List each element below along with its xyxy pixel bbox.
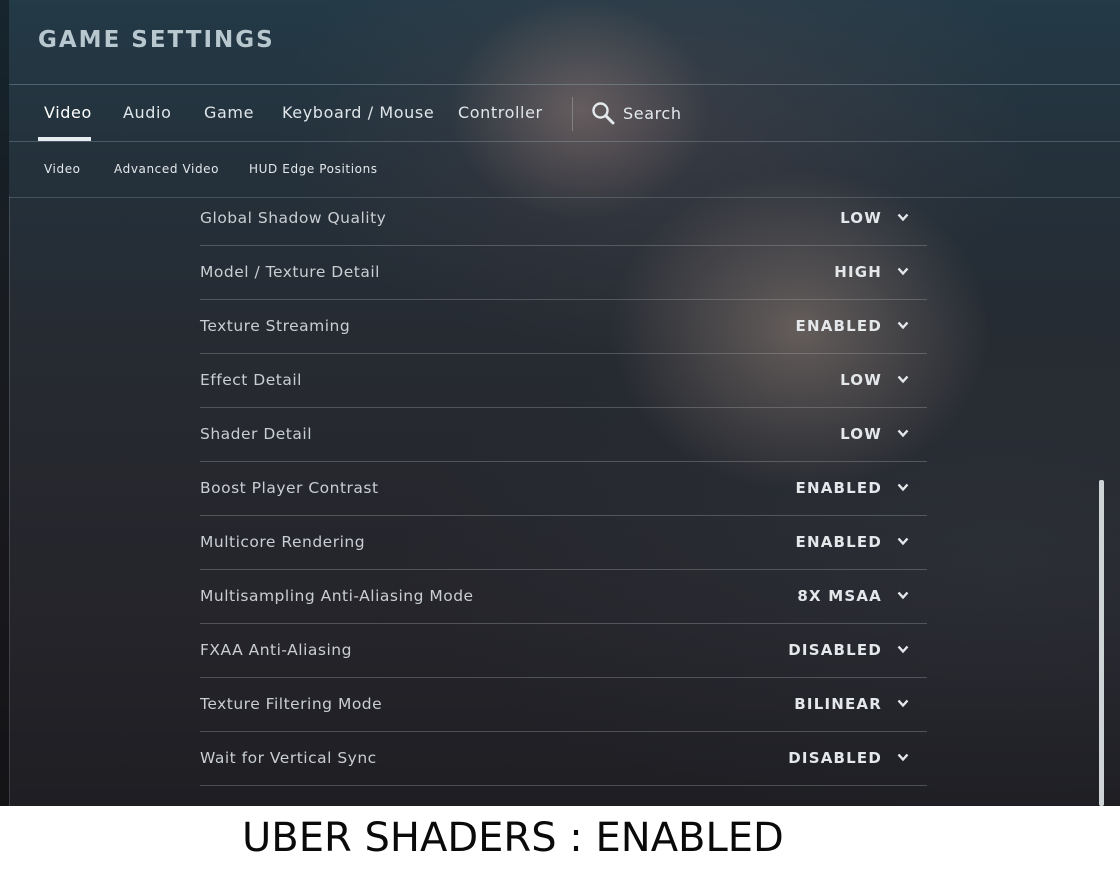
chevron-down-icon	[897, 537, 909, 546]
setting-row-fxaa[interactable]: FXAA Anti-Aliasing DISABLED	[200, 624, 927, 678]
setting-row-vertical-sync[interactable]: Wait for Vertical Sync DISABLED	[200, 732, 927, 786]
chevron-down-icon	[897, 483, 909, 492]
subtab-hud-edge-positions[interactable]: HUD Edge Positions	[249, 162, 378, 176]
tab-game[interactable]: Game	[204, 103, 254, 122]
setting-label: Multisampling Anti-Aliasing Mode	[200, 587, 474, 605]
setting-label: Boost Player Contrast	[200, 479, 379, 497]
page-title: GAME SETTINGS	[38, 27, 275, 53]
active-tab-indicator	[38, 137, 91, 141]
settings-header: GAME SETTINGS	[9, 0, 1120, 85]
setting-value: HIGH	[834, 263, 882, 281]
setting-value: DISABLED	[788, 641, 882, 659]
setting-value: BILINEAR	[794, 695, 882, 713]
search-button[interactable]: Search	[591, 101, 682, 125]
setting-row-effect-detail[interactable]: Effect Detail LOW	[200, 354, 927, 408]
subtab-advanced-video[interactable]: Advanced Video	[114, 162, 219, 176]
tab-separator	[572, 97, 573, 131]
chevron-down-icon	[897, 429, 909, 438]
setting-value: LOW	[840, 209, 882, 227]
setting-row-msaa-mode[interactable]: Multisampling Anti-Aliasing Mode 8X MSAA	[200, 570, 927, 624]
chevron-down-icon	[897, 321, 909, 330]
setting-row-global-shadow-quality[interactable]: Global Shadow Quality LOW	[200, 192, 927, 246]
chevron-down-icon	[897, 753, 909, 762]
setting-row-boost-player-contrast[interactable]: Boost Player Contrast ENABLED	[200, 462, 927, 516]
chevron-down-icon	[897, 375, 909, 384]
tab-keyboard-mouse[interactable]: Keyboard / Mouse	[282, 103, 434, 122]
chevron-down-icon	[897, 267, 909, 276]
caption-text: UBER SHADERS : ENABLED	[242, 815, 784, 861]
setting-row-texture-streaming[interactable]: Texture Streaming ENABLED	[200, 300, 927, 354]
setting-row-texture-filtering-mode[interactable]: Texture Filtering Mode BILINEAR	[200, 678, 927, 732]
settings-panel: GAME SETTINGS Video Audio Game Keyboard …	[0, 0, 1120, 806]
setting-label: Multicore Rendering	[200, 533, 366, 551]
left-edge-divider	[9, 196, 10, 806]
chevron-down-icon	[897, 699, 909, 708]
setting-label: Texture Streaming	[200, 317, 351, 335]
setting-label: Effect Detail	[200, 371, 302, 389]
setting-row-model-texture-detail[interactable]: Model / Texture Detail HIGH	[200, 246, 927, 300]
setting-label: Texture Filtering Mode	[200, 695, 383, 713]
setting-row-multicore-rendering[interactable]: Multicore Rendering ENABLED	[200, 516, 927, 570]
setting-label: Global Shadow Quality	[200, 209, 387, 227]
main-tab-bar: Video Audio Game Keyboard / Mouse Contro…	[9, 85, 1120, 142]
left-edge-strip	[0, 0, 9, 806]
chevron-down-icon	[897, 591, 909, 600]
subtab-video[interactable]: Video	[44, 162, 81, 176]
setting-value: 8X MSAA	[797, 587, 882, 605]
setting-value: DISABLED	[788, 749, 882, 767]
scrollbar-thumb[interactable]	[1099, 480, 1104, 806]
search-label: Search	[623, 103, 682, 123]
setting-label: Model / Texture Detail	[200, 263, 380, 281]
setting-row-shader-detail[interactable]: Shader Detail LOW	[200, 408, 927, 462]
tab-video[interactable]: Video	[44, 103, 92, 122]
tab-controller[interactable]: Controller	[458, 103, 543, 122]
setting-value: ENABLED	[795, 317, 882, 335]
setting-label: Wait for Vertical Sync	[200, 749, 377, 767]
chevron-down-icon	[897, 645, 909, 654]
setting-value: ENABLED	[795, 533, 882, 551]
setting-label: Shader Detail	[200, 425, 312, 443]
chevron-down-icon	[897, 213, 909, 222]
tab-audio[interactable]: Audio	[123, 103, 171, 122]
setting-value: LOW	[840, 425, 882, 443]
setting-value: ENABLED	[795, 479, 882, 497]
setting-label: FXAA Anti-Aliasing	[200, 641, 352, 659]
sub-tab-bar: Video Advanced Video HUD Edge Positions	[9, 142, 1120, 198]
setting-value: LOW	[840, 371, 882, 389]
settings-list: Global Shadow Quality LOW Model / Textur…	[200, 192, 927, 786]
search-icon	[591, 101, 615, 125]
